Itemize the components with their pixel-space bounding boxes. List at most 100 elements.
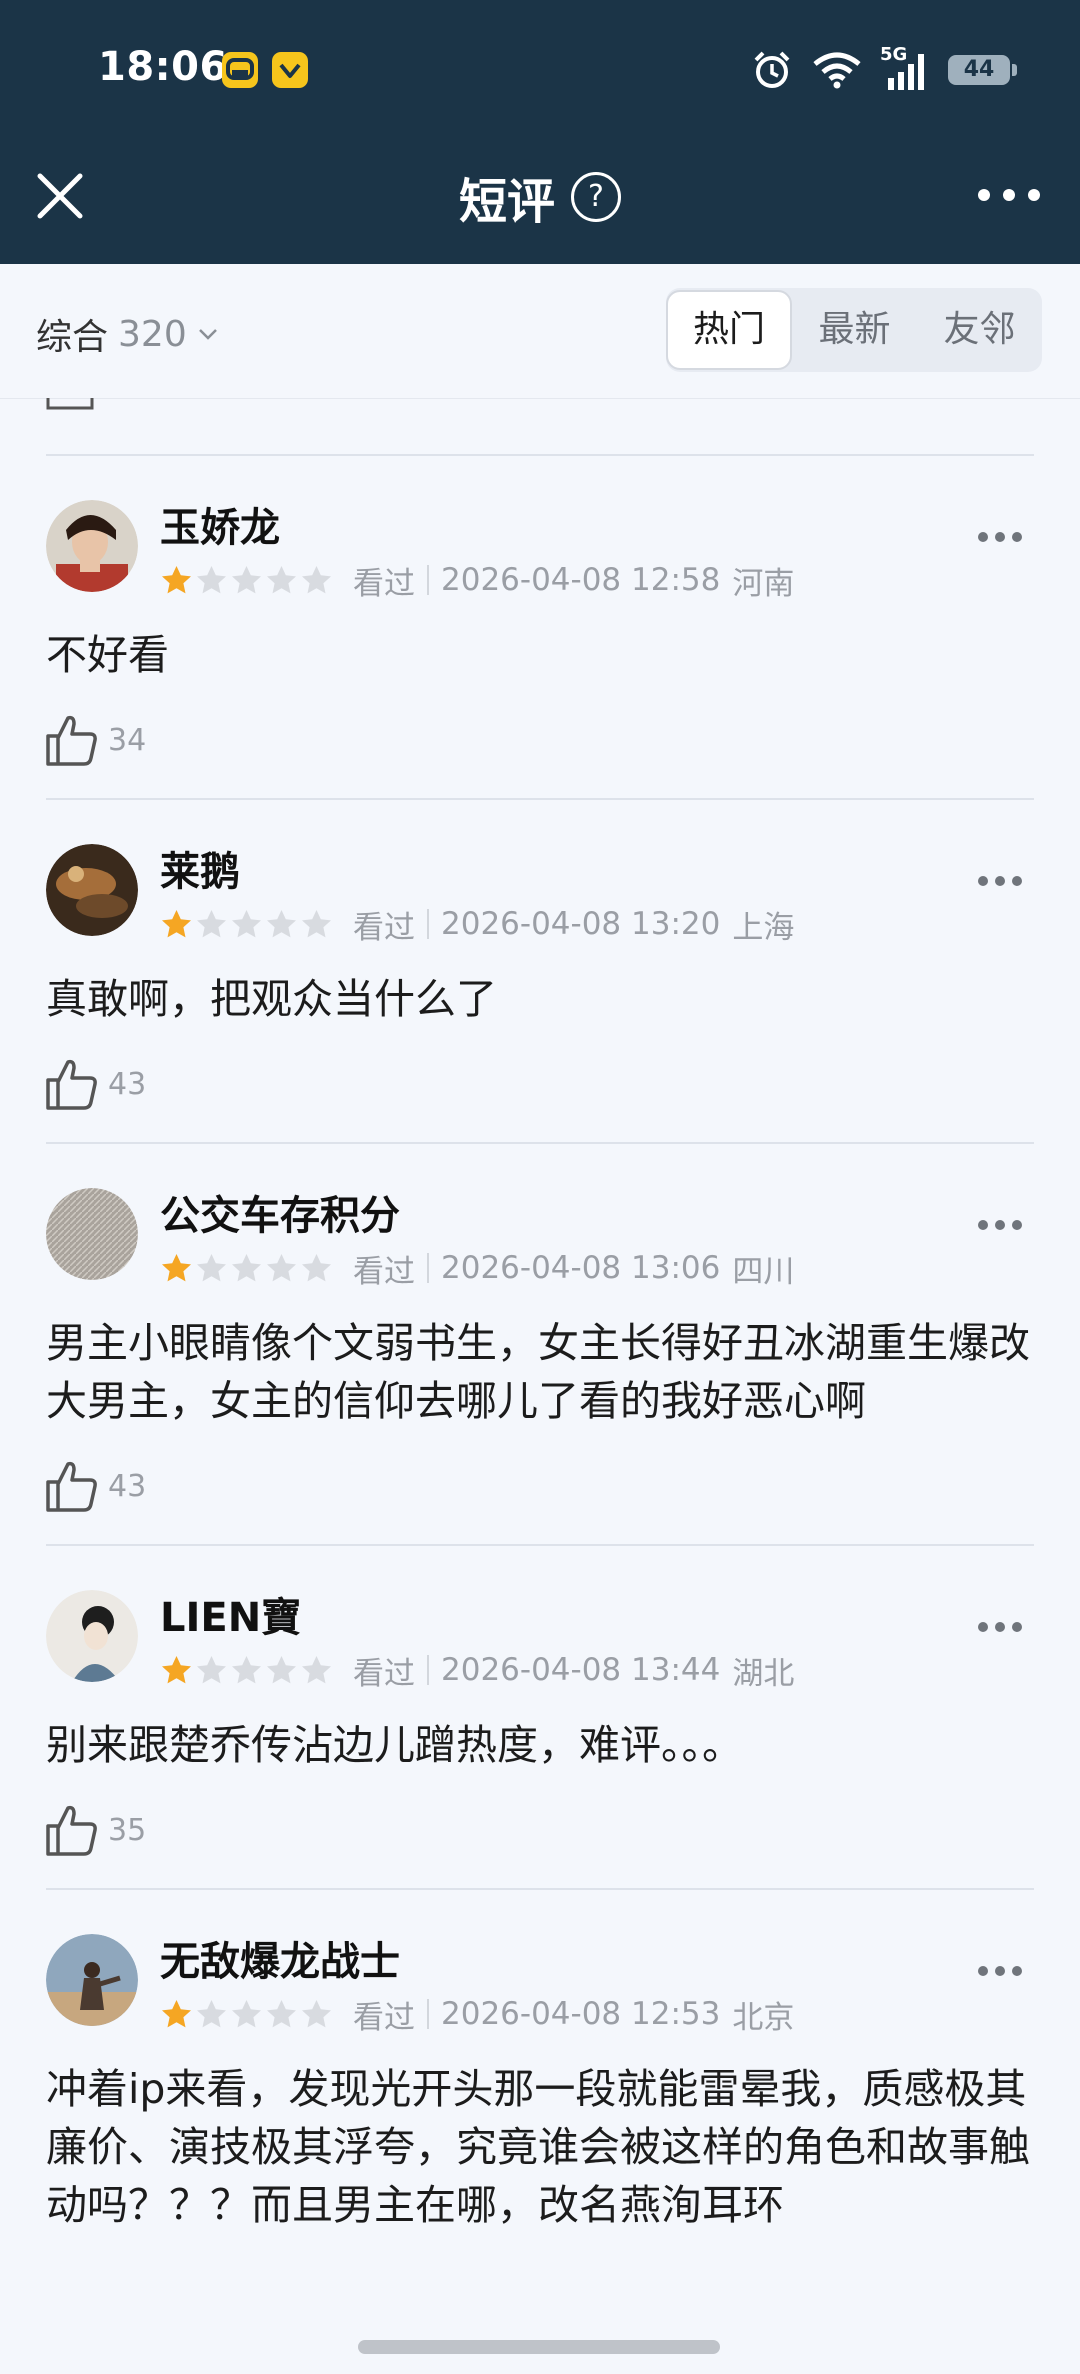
username[interactable]: 公交车存积分 <box>160 1188 1080 1244</box>
rating-stars <box>160 908 333 941</box>
review-meta: 看过 2026-04-08 12:58 河南 <box>160 558 1080 602</box>
meta-separator <box>427 1253 429 1283</box>
rating-stars <box>160 1654 333 1687</box>
star-filled-icon <box>162 1655 191 1683</box>
tab-latest[interactable]: 最新 <box>792 290 917 370</box>
star-filled-icon <box>162 1253 191 1281</box>
status-bar: 18:06 5G 44 <box>0 0 1080 140</box>
watch-status: 看过 <box>353 1253 415 1290</box>
star-empty-icon <box>302 909 331 937</box>
chevron-down-icon <box>198 329 217 340</box>
review-item: 公交车存积分 看过 2026-04-08 13:06 四川 男主小眼睛像个文弱书… <box>0 1144 1080 1544</box>
star-empty-icon <box>232 1253 261 1281</box>
review-datetime: 2026-04-08 13:44 <box>441 1652 721 1688</box>
status-time: 18:06 <box>98 44 228 90</box>
watch-status: 看过 <box>353 565 415 602</box>
like-button[interactable]: 43 <box>44 1052 1080 1116</box>
star-empty-icon <box>267 565 296 593</box>
watch-status: 看过 <box>353 1655 415 1692</box>
like-count: 43 <box>108 1468 147 1504</box>
more-icon[interactable] <box>976 874 1024 888</box>
star-empty-icon <box>267 909 296 937</box>
username[interactable]: LIEN寶 <box>160 1590 1080 1646</box>
avatar[interactable] <box>46 844 138 936</box>
review-meta: 看过 2026-04-08 13:44 湖北 <box>160 1648 1080 1692</box>
review-text: 男主小眼睛像个文弱书生，女主长得好丑冰湖重生爆改大男主，女主的信仰去哪儿了看的我… <box>46 1319 1030 1425</box>
star-empty-icon <box>232 1655 261 1683</box>
review-location: 北京 <box>732 1999 795 2036</box>
star-empty-icon <box>302 1999 331 2027</box>
sort-dropdown[interactable]: 综合 320 <box>36 308 219 360</box>
avatar[interactable] <box>46 500 138 592</box>
like-button[interactable]: 35 <box>44 1798 1080 1862</box>
review-text: 别来跟楚乔传沾边儿蹭热度，难评。。。 <box>46 1721 743 1769</box>
tab-friends[interactable]: 友邻 <box>917 290 1042 370</box>
alarm-icon <box>754 51 790 88</box>
like-count: 43 <box>108 1066 147 1102</box>
username[interactable]: 玉娇龙 <box>160 500 1080 556</box>
previous-item-tail <box>0 398 1080 454</box>
wifi-icon <box>813 52 861 89</box>
tab-hot[interactable]: 热门 <box>666 290 792 370</box>
review-text: 不好看 <box>46 631 169 679</box>
meta-separator <box>427 565 429 595</box>
star-empty-icon <box>197 565 226 593</box>
username[interactable]: 无敌爆龙战士 <box>160 1934 1080 1990</box>
more-icon[interactable] <box>974 180 1044 210</box>
review-meta: 看过 2026-04-08 13:20 上海 <box>160 902 1080 946</box>
more-icon[interactable] <box>976 1620 1024 1634</box>
review-text: 冲着ip来看，发现光开头那一段就能雷晕我，质感极其廉价、演技极其浮夸，究竟谁会被… <box>46 2065 1030 2229</box>
star-filled-icon <box>162 1999 191 2027</box>
star-empty-icon <box>197 1253 226 1281</box>
nav-title-wrap: 短评 ? <box>0 162 1080 232</box>
review-text: 真敢啊，把观众当什么了 <box>46 975 497 1023</box>
star-empty-icon <box>267 1655 296 1683</box>
like-button[interactable]: 43 <box>44 1454 1080 1518</box>
review-datetime: 2026-04-08 12:53 <box>441 1996 721 2032</box>
like-icon <box>46 715 97 766</box>
more-icon[interactable] <box>976 530 1024 544</box>
meta-separator <box>427 1999 429 2029</box>
review-item: 无敌爆龙战士 看过 2026-04-08 12:53 北京 冲着ip来看，发现光… <box>0 1890 1080 2260</box>
like-icon <box>46 398 94 410</box>
star-filled-icon <box>162 565 191 593</box>
star-empty-icon <box>302 1253 331 1281</box>
review-item: 玉娇龙 看过 2026-04-08 12:58 河南 不好看 34 <box>0 456 1080 798</box>
avatar[interactable] <box>46 1188 138 1280</box>
like-icon <box>46 1805 97 1856</box>
star-empty-icon <box>267 1253 296 1281</box>
avatar[interactable] <box>46 1590 138 1682</box>
rating-stars <box>160 1998 333 2031</box>
signal-icon: 5G <box>880 44 930 92</box>
star-empty-icon <box>302 1655 331 1683</box>
like-count: 35 <box>108 1812 147 1848</box>
review-item: LIEN寶 看过 2026-04-08 13:44 湖北 别来跟楚乔传沾边儿蹭热… <box>0 1546 1080 1888</box>
username[interactable]: 莱鹅 <box>160 844 1080 900</box>
more-icon[interactable] <box>976 1964 1024 1978</box>
like-count: 34 <box>108 722 147 758</box>
sort-label: 综合 <box>36 317 109 358</box>
review-list: 玉娇龙 看过 2026-04-08 12:58 河南 不好看 34 莱鹅 看过 … <box>0 398 1080 2260</box>
star-empty-icon <box>197 1655 226 1683</box>
sort-tabs: 热门 最新 友邻 <box>666 288 1042 372</box>
help-icon[interactable]: ? <box>571 172 621 222</box>
star-empty-icon <box>197 1999 226 2027</box>
review-meta: 看过 2026-04-08 12:53 北京 <box>160 1992 1080 2036</box>
home-indicator[interactable] <box>358 2340 720 2354</box>
review-item: 莱鹅 看过 2026-04-08 13:20 上海 真敢啊，把观众当什么了 43 <box>0 800 1080 1142</box>
review-datetime: 2026-04-08 13:06 <box>441 1250 721 1286</box>
meta-separator <box>427 909 429 939</box>
review-meta: 看过 2026-04-08 13:06 四川 <box>160 1246 1080 1290</box>
meta-separator <box>427 1655 429 1685</box>
star-empty-icon <box>232 565 261 593</box>
battery-icon: 44 <box>948 55 1017 85</box>
watch-status: 看过 <box>353 909 415 946</box>
status-icons: 5G 44 <box>750 42 1017 98</box>
rating-stars <box>160 1252 333 1285</box>
star-filled-icon <box>162 909 191 937</box>
more-icon[interactable] <box>976 1218 1024 1232</box>
avatar[interactable] <box>46 1934 138 2026</box>
review-count: 320 <box>118 313 187 355</box>
watch-status: 看过 <box>353 1999 415 2036</box>
like-button[interactable]: 34 <box>44 708 1080 772</box>
